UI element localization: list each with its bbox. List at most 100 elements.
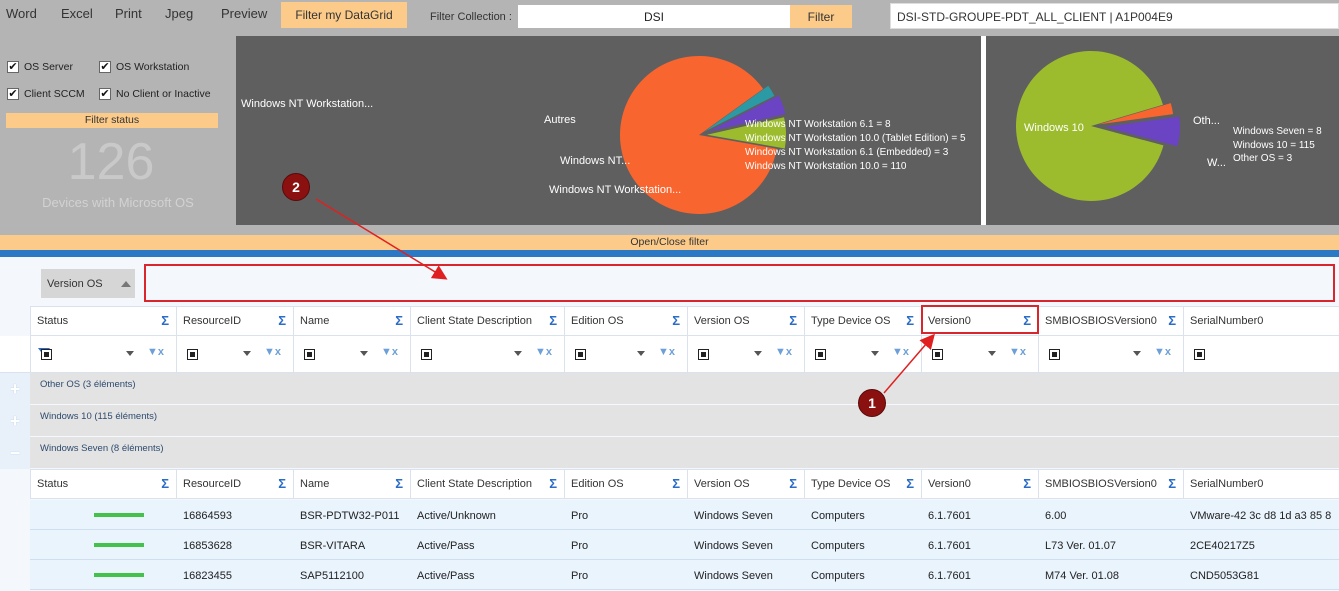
cell-version-os[interactable]: Windows Seven bbox=[694, 500, 803, 530]
filter-dropdown-icon[interactable] bbox=[243, 351, 251, 356]
word-menu-item[interactable]: Word bbox=[6, 6, 37, 21]
group-by-panel[interactable]: Version OS bbox=[0, 257, 1339, 305]
cell-client-state[interactable]: Active/Unknown bbox=[417, 500, 563, 530]
clear-filter-icon[interactable]: ▼x bbox=[381, 346, 398, 358]
filter-checkbox[interactable] bbox=[304, 349, 315, 360]
filter-dropdown-icon[interactable] bbox=[637, 351, 645, 356]
clear-filter-icon[interactable]: ▼x bbox=[1154, 346, 1171, 358]
cell-edition-os[interactable]: Pro bbox=[571, 560, 686, 590]
filter-checkbox[interactable] bbox=[1194, 349, 1205, 360]
clear-filter-icon[interactable]: ▼x bbox=[892, 346, 909, 358]
cell-client-state[interactable]: Active/Pass bbox=[417, 560, 563, 590]
clear-filter-icon[interactable]: ▼x bbox=[775, 346, 792, 358]
cell-smbios-version[interactable]: 6.00 bbox=[1045, 500, 1182, 530]
sigma-icon[interactable]: Σ bbox=[789, 476, 797, 491]
top-header-client-state[interactable]: Client State Description Σ bbox=[410, 307, 564, 335]
client-sccm-checkbox[interactable]: ✔ bbox=[7, 88, 19, 100]
filter-dropdown-icon[interactable] bbox=[1133, 351, 1141, 356]
cell-name[interactable]: BSR-PDTW32-P011 bbox=[300, 500, 409, 530]
clear-filter-icon[interactable]: ▼x bbox=[264, 346, 281, 358]
cell-type-device-os[interactable]: Computers bbox=[811, 500, 920, 530]
os-workstation-checkbox-row[interactable]: ✔ OS Workstation bbox=[99, 61, 189, 73]
collapse-windows-seven-button[interactable]: − bbox=[0, 437, 30, 469]
cell-type-device-os[interactable]: Computers bbox=[811, 530, 920, 560]
cell-version-os[interactable]: Windows Seven bbox=[694, 560, 803, 590]
jpeg-menu-item[interactable]: Jpeg bbox=[165, 6, 193, 21]
filter-checkbox[interactable] bbox=[575, 349, 586, 360]
sigma-icon[interactable]: Σ bbox=[1168, 476, 1176, 491]
cell-resource-id[interactable]: 16823455 bbox=[183, 560, 292, 590]
top-header-smbios-version[interactable]: SMBIOSBIOSVersion0 Σ bbox=[1038, 307, 1183, 335]
nested-header-version0[interactable]: Version0 Σ bbox=[921, 470, 1038, 498]
sigma-icon[interactable]: Σ bbox=[549, 476, 557, 491]
excel-menu-item[interactable]: Excel bbox=[61, 6, 93, 21]
nested-header-version-os[interactable]: Version OS Σ bbox=[687, 470, 804, 498]
cell-edition-os[interactable]: Pro bbox=[571, 500, 686, 530]
cell-version0[interactable]: 6.1.7601 bbox=[928, 500, 1037, 530]
nested-header-client-state[interactable]: Client State Description Σ bbox=[410, 470, 564, 498]
top-header-resource-id[interactable]: ResourceID Σ bbox=[176, 307, 293, 335]
top-header-edition-os[interactable]: Edition OS Σ bbox=[564, 307, 687, 335]
sigma-icon[interactable]: Σ bbox=[789, 313, 797, 328]
filter-checkbox[interactable] bbox=[421, 349, 432, 360]
cell-resource-id[interactable]: 16853628 bbox=[183, 530, 292, 560]
sigma-icon[interactable]: Σ bbox=[395, 476, 403, 491]
sigma-icon[interactable]: Σ bbox=[906, 313, 914, 328]
collection-name-field[interactable]: DSI-STD-GROUPE-PDT_ALL_CLIENT | A1P004E9 bbox=[890, 3, 1339, 29]
cell-name[interactable]: BSR-VITARA bbox=[300, 530, 409, 560]
nested-header-type-device-os[interactable]: Type Device OS Σ bbox=[804, 470, 921, 498]
filter-dropdown-icon[interactable] bbox=[360, 351, 368, 356]
filter-dropdown-icon[interactable] bbox=[126, 351, 134, 356]
group-row-other-os[interactable]: Other OS (3 éléments) bbox=[30, 373, 1339, 405]
filter-dropdown-icon[interactable] bbox=[514, 351, 522, 356]
print-menu-item[interactable]: Print bbox=[115, 6, 142, 21]
preview-menu-item[interactable]: Preview bbox=[221, 6, 267, 21]
sigma-icon[interactable]: Σ bbox=[1023, 476, 1031, 491]
cell-serial-number[interactable]: VMware-42 3c d8 1d a3 85 8 bbox=[1190, 500, 1338, 530]
top-header-version-os[interactable]: Version OS Σ bbox=[687, 307, 804, 335]
group-chip-version-os[interactable]: Version OS bbox=[41, 269, 135, 298]
cell-version0[interactable]: 6.1.7601 bbox=[928, 530, 1037, 560]
cell-serial-number[interactable]: CND5053G81 bbox=[1190, 560, 1338, 590]
clear-filter-icon[interactable]: ▼x bbox=[1009, 346, 1026, 358]
table-row[interactable]: 16823455 SAP5112100 Active/Pass Pro Windows … bbox=[30, 560, 1339, 590]
cell-resource-id[interactable]: 16864593 bbox=[183, 500, 292, 530]
cell-serial-number[interactable]: 2CE40217Z5 bbox=[1190, 530, 1338, 560]
clear-filter-icon[interactable]: ▼x bbox=[147, 346, 164, 358]
filter-checkbox[interactable] bbox=[1049, 349, 1060, 360]
expand-other-os-button[interactable]: + bbox=[0, 373, 30, 405]
cell-version-os[interactable]: Windows Seven bbox=[694, 530, 803, 560]
sigma-icon[interactable]: Σ bbox=[906, 476, 914, 491]
nested-header-status[interactable]: Status Σ bbox=[30, 470, 176, 498]
top-header-name[interactable]: Name Σ bbox=[293, 307, 410, 335]
cell-version0[interactable]: 6.1.7601 bbox=[928, 560, 1037, 590]
sort-ascending-icon[interactable] bbox=[120, 280, 131, 287]
group-row-windows-seven[interactable]: Windows Seven (8 éléments) bbox=[30, 437, 1339, 469]
table-row[interactable]: 16864593 BSR-PDTW32-P011 Active/Unknown Pro… bbox=[30, 500, 1339, 530]
sigma-icon[interactable]: Σ bbox=[549, 313, 557, 328]
filter-checkbox[interactable] bbox=[815, 349, 826, 360]
filter-dropdown-icon[interactable] bbox=[871, 351, 879, 356]
nested-header-edition-os[interactable]: Edition OS Σ bbox=[564, 470, 687, 498]
os-workstation-checkbox[interactable]: ✔ bbox=[99, 61, 111, 73]
filter-dropdown-icon[interactable] bbox=[754, 351, 762, 356]
group-row-windows-10[interactable]: Windows 10 (115 éléments) bbox=[30, 405, 1339, 437]
sigma-icon[interactable]: Σ bbox=[672, 476, 680, 491]
cell-name[interactable]: SAP5112100 bbox=[300, 560, 409, 590]
top-header-type-device-os[interactable]: Type Device OS Σ bbox=[804, 307, 921, 335]
filter-checkbox[interactable] bbox=[187, 349, 198, 360]
clear-filter-icon[interactable]: ▼x bbox=[535, 346, 552, 358]
sigma-icon[interactable]: Σ bbox=[1168, 313, 1176, 328]
nested-header-smbios-version[interactable]: SMBIOSBIOSVersion0 Σ bbox=[1038, 470, 1183, 498]
cell-client-state[interactable]: Active/Pass bbox=[417, 530, 563, 560]
filter-checkbox[interactable] bbox=[932, 349, 943, 360]
filter-checkbox[interactable] bbox=[698, 349, 709, 360]
filter-dropdown-icon[interactable] bbox=[988, 351, 996, 356]
nested-header-name[interactable]: Name Σ bbox=[293, 470, 410, 498]
cell-smbios-version[interactable]: L73 Ver. 01.07 bbox=[1045, 530, 1182, 560]
collection-input[interactable] bbox=[518, 5, 790, 28]
filter-datagrid-button[interactable]: Filter my DataGrid bbox=[281, 2, 407, 28]
table-row[interactable]: 16853628 BSR-VITARA Active/Pass Pro Windows … bbox=[30, 530, 1339, 560]
nested-header-serial-number[interactable]: SerialNumber0 bbox=[1183, 470, 1339, 498]
no-client-checkbox[interactable]: ✔ bbox=[99, 88, 111, 100]
